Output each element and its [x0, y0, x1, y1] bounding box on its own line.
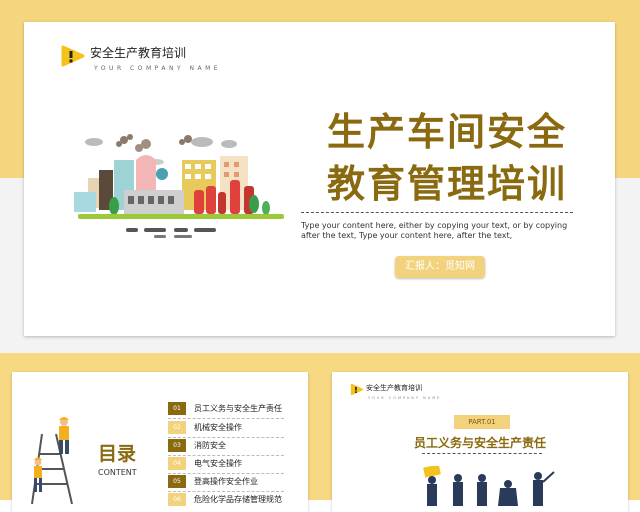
reporter-button[interactable]: 汇报人：觅知网 [395, 256, 485, 278]
logo-subtitle: YOUR COMPANY NAME [94, 65, 222, 72]
part-badge: PART.01 [454, 415, 510, 429]
logo-title: 安全生产教育培训 [366, 384, 422, 392]
toc-item-number: 01 [168, 402, 186, 415]
toc-item-number: 03 [168, 439, 186, 452]
part-slide-thumbnail[interactable]: 安全生产教育培训 YOUR COMPANY NAME PART.01 员工义务与… [332, 372, 628, 512]
title-line-1: 生产车间安全 [326, 110, 567, 154]
toc-item-label: 电气安全操作 [194, 459, 242, 468]
logo-title: 安全生产教育培训 [90, 46, 187, 60]
toc-divider [168, 437, 284, 438]
toc-item-label: 登高操作安全作业 [194, 477, 258, 486]
warning-logo-icon [350, 383, 364, 396]
workers-silhouette-illustration [423, 466, 555, 506]
logo-subtitle: YOUR COMPANY NAME [368, 396, 442, 400]
toc-item-label: 机械安全操作 [194, 423, 242, 432]
toc-divider [168, 491, 284, 492]
toc-item-label: 消防安全 [194, 441, 226, 450]
toc-item-number: 05 [168, 475, 186, 488]
toc-item-label: 员工义务与安全生产责任 [194, 404, 282, 413]
title-line-2: 教育管理培训 [326, 162, 567, 206]
toc-divider [168, 473, 284, 474]
toc-subtitle: CONTENT [98, 468, 137, 477]
toc-item-number: 04 [168, 457, 186, 470]
warning-logo-icon [61, 45, 85, 67]
factory-illustration [74, 134, 284, 238]
toc-divider [168, 418, 284, 419]
toc-item-number: 02 [168, 421, 186, 434]
toc-slide-thumbnail[interactable]: 目录 CONTENT 01 员工义务与安全生产责任 02 机械安全操作 03 消… [12, 372, 308, 512]
part-divider [422, 453, 542, 454]
main-slide[interactable]: 安全生产教育培训 YOUR COMPANY NAME 生产车间安全 教育管理培训… [24, 22, 615, 336]
worker-on-ladder-illustration [31, 417, 73, 504]
toc-title: 目录 [98, 443, 137, 465]
part-title: 员工义务与安全生产责任 [413, 436, 546, 450]
title-divider [301, 212, 573, 213]
description-text: Type your content here, either by copyin… [301, 221, 568, 240]
page-title: 生产车间安全 教育管理培训 [302, 106, 592, 210]
toc-divider [168, 455, 284, 456]
